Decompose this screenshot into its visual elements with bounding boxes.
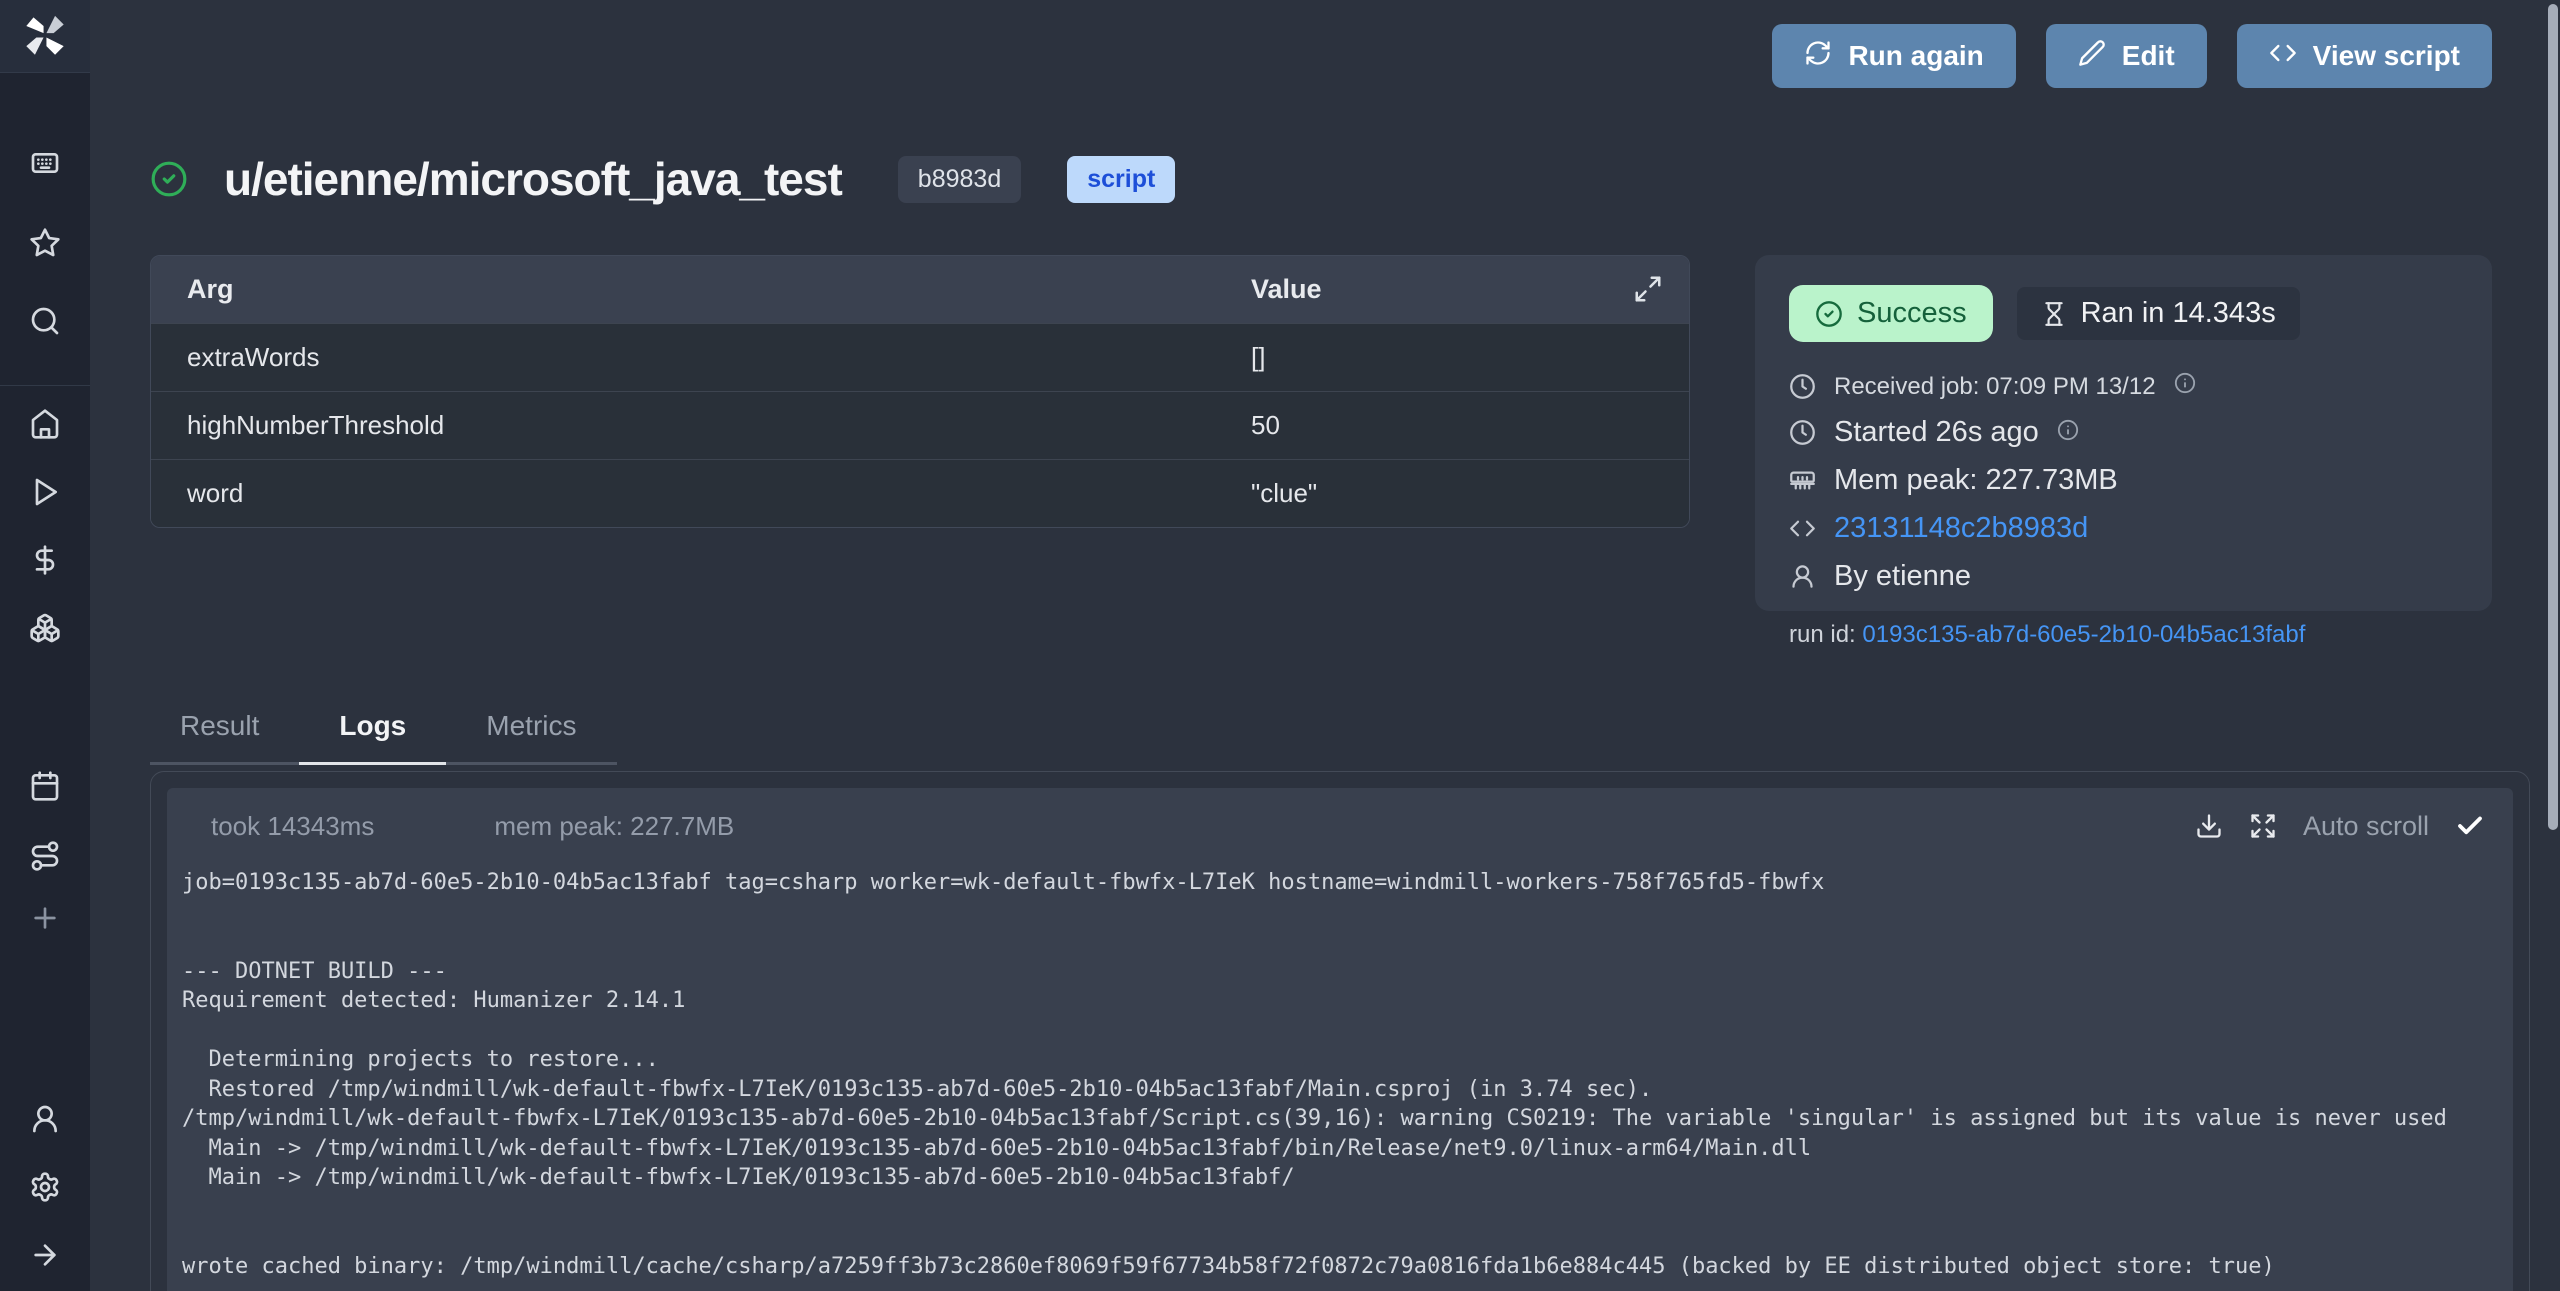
sidebar: [0, 0, 90, 1291]
sidebar-item-flows[interactable]: [29, 840, 61, 872]
duration-label: Ran in 14.343s: [2081, 297, 2276, 330]
status-label: Success: [1857, 297, 1967, 330]
received-label: Received job: 07:09 PM 13/12: [1834, 373, 2156, 401]
run-id-row: run id: 0193c135-ab7d-60e5-2b10-04b5ac13…: [1789, 621, 2458, 649]
arg-name: extraWords: [151, 342, 1251, 373]
clock-icon: [1789, 373, 1816, 400]
memory-icon: [1789, 467, 1816, 494]
mem-peak-row: Mem peak: 227.73MB: [1789, 464, 2458, 497]
edit-label: Edit: [2122, 40, 2175, 72]
title-row: u/etienne/microsoft_java_test b8983d scr…: [150, 152, 1175, 206]
sidebar-item-variables[interactable]: [29, 544, 61, 576]
code-icon: [2269, 39, 2297, 74]
tab-logs[interactable]: Logs: [299, 700, 446, 765]
action-buttons: Run again Edit View script: [1772, 24, 2492, 88]
edit-button[interactable]: Edit: [2046, 24, 2207, 88]
script-type-badge[interactable]: script: [1067, 156, 1175, 203]
page-title: u/etienne/microsoft_java_test: [224, 152, 842, 206]
tab-result[interactable]: Result: [150, 700, 299, 765]
arg-name: word: [151, 478, 1251, 509]
run-again-button[interactable]: Run again: [1772, 24, 2015, 88]
logs-panel: took 14343ms mem peak: 227.7MB Auto scro…: [167, 788, 2513, 1291]
user-icon: [1789, 563, 1816, 590]
started-label: Started 26s ago: [1834, 416, 2039, 449]
arg-value: "clue": [1251, 478, 1317, 509]
job-run-page: Run again Edit View script u/etienne/mic…: [0, 0, 2560, 1291]
arg-value: []: [1251, 342, 1265, 373]
sidebar-item-schedules[interactable]: [29, 770, 61, 802]
logs-mem-peak: mem peak: 227.7MB: [494, 811, 734, 842]
view-script-label: View script: [2313, 40, 2460, 72]
run-id-link[interactable]: 0193c135-ab7d-60e5-2b10-04b5ac13fabf: [1862, 621, 2305, 648]
view-script-button[interactable]: View script: [2237, 24, 2492, 88]
run-again-label: Run again: [1848, 40, 1983, 72]
job-status-panel: Success Ran in 14.343s Received job: 07:…: [1755, 255, 2492, 611]
args-table-header: Arg Value: [151, 256, 1689, 323]
code-icon: [1789, 515, 1816, 542]
args-table: Arg Value extraWords [] highNumberThresh…: [150, 255, 1690, 528]
info-icon[interactable]: [2057, 416, 2079, 449]
logs-took: took 14343ms: [211, 811, 374, 842]
auto-scroll-label: Auto scroll: [2303, 811, 2429, 842]
script-hash-link[interactable]: 23131148c2b8983d: [1834, 512, 2088, 545]
table-row: word "clue": [151, 459, 1689, 527]
value-column-header: Value: [1251, 274, 1322, 305]
check-icon: [2455, 811, 2485, 841]
page-scrollbar[interactable]: [2548, 4, 2558, 830]
author-label: By etienne: [1834, 560, 1971, 593]
sidebar-collapse-button[interactable]: [29, 1239, 61, 1271]
sidebar-item-resources[interactable]: [29, 612, 61, 644]
mem-peak-label: Mem peak: 227.73MB: [1834, 464, 2118, 497]
expand-logs-button[interactable]: [2249, 812, 2277, 840]
windmill-logo[interactable]: [0, 0, 90, 73]
sidebar-item-search[interactable]: [29, 305, 61, 337]
script-hash-badge: b8983d: [898, 156, 1021, 203]
table-row: extraWords []: [151, 323, 1689, 391]
expand-icon: [2249, 812, 2277, 840]
hourglass-icon: [2041, 301, 2067, 327]
sidebar-item-user[interactable]: [29, 1103, 61, 1135]
refresh-icon: [1804, 39, 1832, 74]
result-tabs: Result Logs Metrics: [150, 700, 617, 765]
success-check-icon: [150, 160, 188, 198]
tab-metrics[interactable]: Metrics: [446, 700, 616, 765]
sidebar-item-apps[interactable]: [29, 149, 61, 181]
status-badge: Success: [1789, 285, 1993, 342]
sidebar-item-runs[interactable]: [29, 476, 61, 508]
download-icon: [2195, 812, 2223, 840]
clock-icon: [1789, 419, 1816, 446]
sidebar-item-settings[interactable]: [29, 1171, 61, 1203]
run-id-label: run id:: [1789, 621, 1856, 648]
author-row: By etienne: [1789, 560, 2458, 593]
arg-value: 50: [1251, 410, 1280, 441]
arg-name: highNumberThreshold: [151, 410, 1251, 441]
sidebar-divider: [0, 385, 90, 386]
pencil-icon: [2078, 39, 2106, 74]
sidebar-item-add[interactable]: [29, 902, 61, 934]
circle-check-icon: [1815, 300, 1843, 328]
table-row: highNumberThreshold 50: [151, 391, 1689, 459]
log-output[interactable]: job=0193c135-ab7d-60e5-2b10-04b5ac13fabf…: [182, 868, 2513, 1281]
sidebar-item-favorites[interactable]: [29, 227, 61, 259]
download-logs-button[interactable]: [2195, 812, 2223, 840]
started-row: Started 26s ago: [1789, 416, 2458, 449]
script-hash-row: 23131148c2b8983d: [1789, 512, 2458, 545]
received-row: Received job: 07:09 PM 13/12: [1789, 372, 2458, 401]
sidebar-item-home[interactable]: [29, 408, 61, 440]
duration-chip: Ran in 14.343s: [2017, 287, 2300, 340]
arg-column-header: Arg: [151, 274, 1251, 305]
info-icon[interactable]: [2174, 372, 2196, 401]
auto-scroll-checkbox[interactable]: [2455, 811, 2485, 841]
logs-card: took 14343ms mem peak: 227.7MB Auto scro…: [150, 771, 2530, 1291]
expand-args-button[interactable]: [1633, 274, 1663, 304]
logs-toolbar: took 14343ms mem peak: 227.7MB Auto scro…: [167, 788, 2513, 854]
